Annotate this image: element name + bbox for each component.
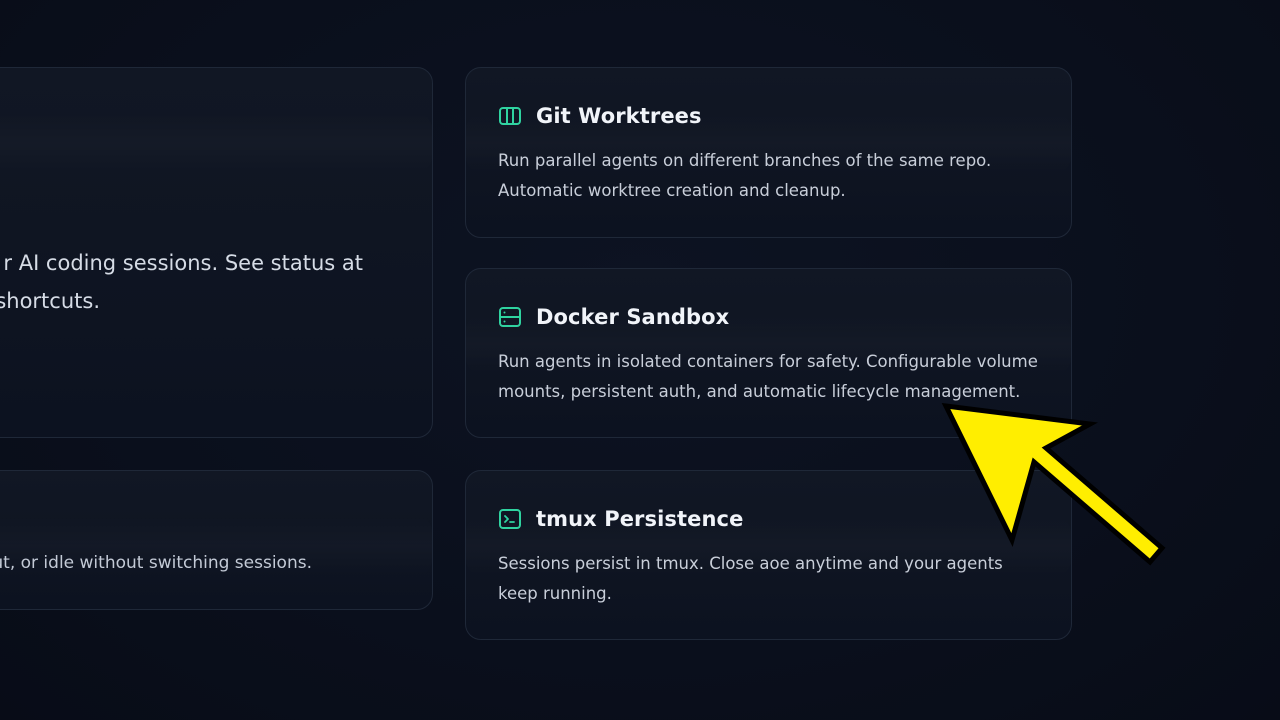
left-card-description-line-2: shortcuts.	[0, 289, 100, 313]
feature-header: Git Worktrees	[498, 104, 702, 128]
feature-description: Sessions persist in tmux. Close aoe anyt…	[498, 549, 1058, 609]
feature-description-line: keep running.	[498, 584, 612, 603]
feature-description: Run parallel agents on different branche…	[498, 146, 1058, 206]
columns-icon	[498, 104, 522, 128]
feature-description: Run agents in isolated containers for sa…	[498, 347, 1058, 407]
feature-title: Docker Sandbox	[536, 305, 730, 329]
feature-title: tmux Persistence	[536, 507, 744, 531]
feature-description-line: Run parallel agents on different branche…	[498, 151, 992, 170]
feature-header: Docker Sandbox	[498, 305, 729, 329]
feature-description-line: Sessions persist in tmux. Close aoe anyt…	[498, 554, 1003, 573]
feature-header: tmux Persistence	[498, 507, 743, 531]
left-card-description-line-1: r AI coding sessions. See status at	[3, 251, 363, 275]
feature-card-tmux-persistence: tmux Persistence Sessions persist in tmu…	[465, 470, 1072, 640]
feature-title: Git Worktrees	[536, 104, 702, 128]
feature-card-left-bottom	[0, 470, 433, 610]
feature-card-docker-sandbox: Docker Sandbox Run agents in isolated co…	[465, 268, 1072, 438]
terminal-icon	[498, 507, 522, 531]
feature-description-line: Run agents in isolated containers for sa…	[498, 352, 1038, 371]
page: r AI coding sessions. See status at shor…	[0, 0, 1280, 720]
left-bottom-card-description: ut, or idle without switching sessions.	[0, 553, 312, 573]
feature-description-line: Automatic worktree creation and cleanup.	[498, 181, 846, 200]
server-icon	[498, 305, 522, 329]
feature-card-git-worktrees: Git Worktrees Run parallel agents on dif…	[465, 67, 1072, 238]
feature-description-line: mounts, persistent auth, and automatic l…	[498, 382, 1021, 401]
